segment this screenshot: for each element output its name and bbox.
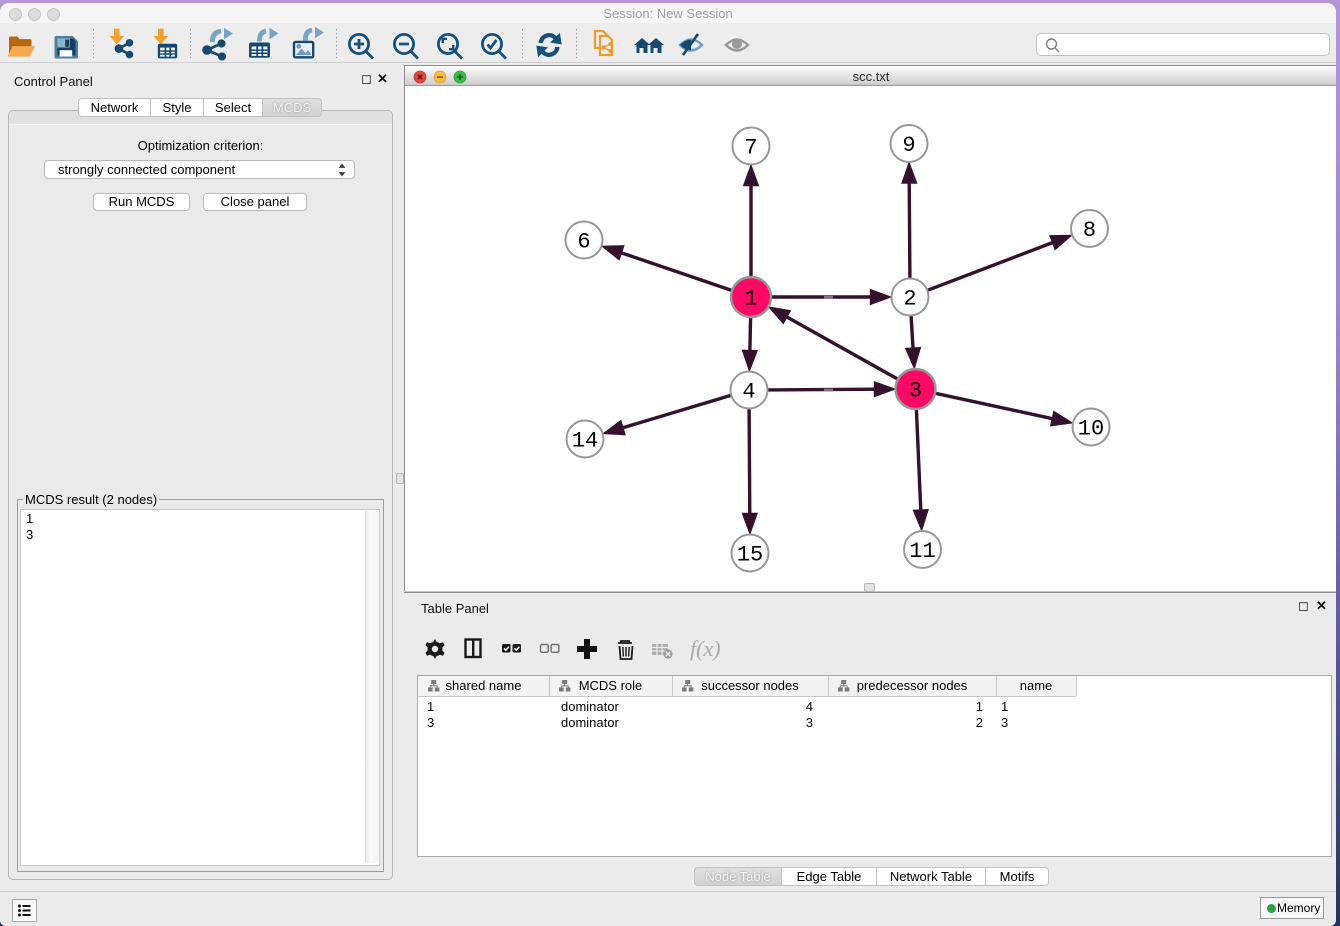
svg-text:6: 6	[577, 230, 590, 255]
svg-text:8: 8	[1083, 218, 1096, 243]
svg-text:4: 4	[742, 380, 755, 405]
svg-text:2: 2	[903, 287, 916, 312]
svg-text:11: 11	[909, 539, 935, 564]
svg-text:3: 3	[909, 379, 922, 404]
svg-text:15: 15	[737, 543, 763, 568]
svg-text:9: 9	[902, 133, 915, 158]
svg-text:14: 14	[572, 429, 598, 454]
svg-text:1: 1	[744, 287, 757, 312]
svg-text:7: 7	[744, 136, 757, 161]
svg-text:10: 10	[1078, 417, 1104, 442]
svg-text:f(x): f(x)	[690, 636, 721, 661]
